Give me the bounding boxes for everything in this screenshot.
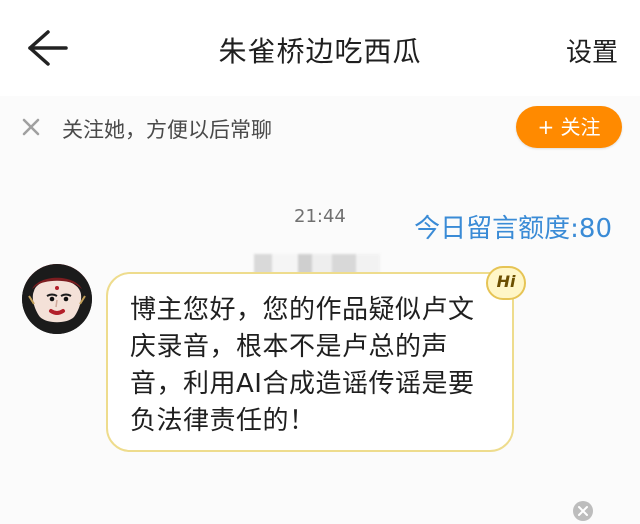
- page-title: 朱雀桥边吃西瓜: [218, 35, 422, 68]
- daily-message-quota: 今日留言额度:80: [414, 214, 612, 244]
- chat-header: 朱雀桥边吃西瓜 设置: [0, 0, 640, 96]
- follow-button[interactable]: + 关注: [516, 106, 622, 148]
- close-icon[interactable]: [572, 500, 594, 522]
- avatar-image: [22, 264, 92, 334]
- settings-button[interactable]: 设置: [566, 32, 618, 69]
- avatar[interactable]: [22, 264, 92, 334]
- follow-bar: 关注她，方便以后常聊 + 关注: [0, 98, 640, 156]
- chat-screen: 朱雀桥边吃西瓜 设置 关注她，方便以后常聊 + 关注 21:44 今日留言额度:…: [0, 0, 640, 524]
- message-timestamp: 21:44: [294, 206, 346, 227]
- message-bubble[interactable]: 博主您好，您的作品疑似卢文庆录音，根本不是卢总的声音，利用AI合成造谣传谣是要负…: [106, 266, 526, 452]
- hi-badge-icon: Hi: [486, 266, 526, 300]
- close-circle-icon: [573, 501, 593, 521]
- follow-tip-text: 关注她，方便以后常聊: [62, 118, 272, 142]
- message-text: 博主您好，您的作品疑似卢文庆录音，根本不是卢总的声音，利用AI合成造谣传谣是要负…: [130, 295, 475, 436]
- close-icon-graphic: [22, 118, 40, 136]
- close-icon[interactable]: [20, 116, 42, 138]
